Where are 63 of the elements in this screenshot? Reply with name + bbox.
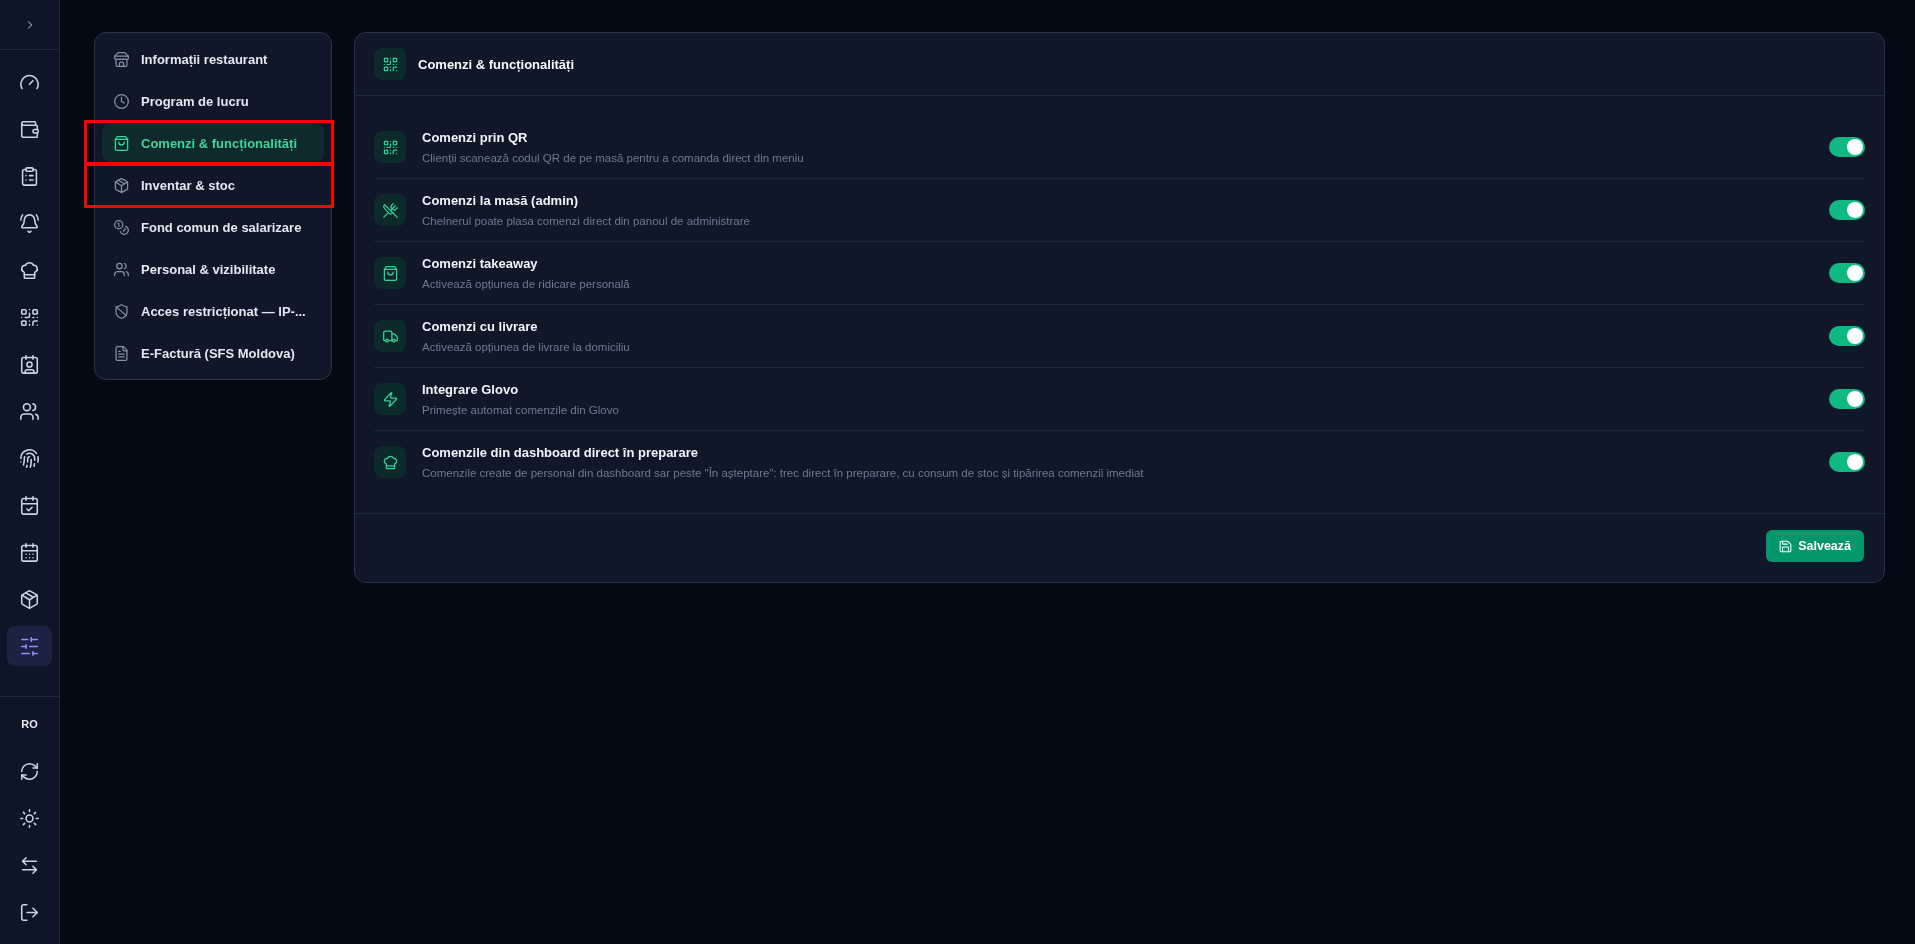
- save-button[interactable]: Salvează: [1766, 530, 1864, 562]
- id-badge-icon: [20, 354, 39, 374]
- shield-icon: [114, 303, 129, 319]
- refresh-icon: [20, 761, 39, 781]
- settings-nav-item[interactable]: Comenzi & funcționalități: [102, 124, 324, 162]
- sliders-icon: [20, 636, 39, 656]
- toggle-switch[interactable]: [1829, 200, 1865, 220]
- qr-code-icon: [374, 131, 406, 163]
- settings-nav-item[interactable]: E-Factură (SFS Moldova): [102, 334, 324, 372]
- qr-code-icon: [20, 307, 39, 327]
- chef-hat-icon: [374, 446, 406, 478]
- clipboard-icon: [20, 166, 39, 186]
- panel-title: Comenzi & funcționalități: [418, 56, 574, 72]
- feature-description: Activează opțiunea de ridicare personală: [422, 277, 630, 292]
- calendar-icon: [20, 542, 39, 562]
- fingerprint-icon: [20, 448, 39, 468]
- box-icon: [114, 177, 129, 193]
- toggle-switch[interactable]: [1829, 263, 1865, 283]
- users-icon: [20, 401, 39, 421]
- feature-title: Comenzile din dashboard direct în preparare: [422, 444, 698, 462]
- toggle-switch[interactable]: [1829, 452, 1865, 472]
- sidebar-item[interactable]: [7, 626, 52, 666]
- chef-hat-icon: [20, 260, 39, 280]
- clock-icon: [114, 93, 129, 109]
- store-icon: [114, 51, 129, 67]
- bag-icon: [114, 135, 129, 151]
- feature-description: Comenzile create de personal din dashboard sar peste "În așteptare": trec direct în preparare, cu consum de stoc și tipărirea comenzii imediat: [422, 466, 1144, 481]
- feature-description: Primește automat comenzile din Glovo: [422, 403, 619, 418]
- save-icon: [1779, 539, 1793, 553]
- feature-title: Comenzi la masă (admin): [422, 192, 579, 210]
- sun-icon: [20, 808, 39, 828]
- settings-nav-item[interactable]: Program de lucru: [102, 82, 324, 120]
- feature-title: Integrare Glovo: [422, 381, 519, 399]
- settings-nav-item[interactable]: Inventar & stoc: [102, 166, 324, 204]
- toggle-switch[interactable]: [1829, 326, 1865, 346]
- lightning-icon: [374, 383, 406, 415]
- feature-description: Chelnerul poate plasa comenzi direct din panoul de administrare: [422, 214, 750, 229]
- bell-icon: [20, 213, 39, 233]
- users-icon: [114, 261, 129, 277]
- feature-title: Comenzi cu livrare: [422, 318, 538, 336]
- settings-nav-item[interactable]: Acces restricționat — IP-...: [102, 292, 324, 330]
- truck-icon: [374, 320, 406, 352]
- document-icon: [114, 345, 129, 361]
- fork-knife-icon: [374, 194, 406, 226]
- left-right-arrows-icon: [20, 855, 39, 875]
- toggle-switch[interactable]: [1829, 389, 1865, 409]
- coins-icon: [114, 219, 129, 235]
- feature-title: Comenzi takeaway: [422, 255, 538, 273]
- feature-description: Activează opțiunea de livrare la domiciliu: [422, 340, 630, 355]
- feature-title: Comenzi prin QR: [422, 129, 528, 147]
- wallet-icon: [20, 119, 39, 139]
- toggle-switch[interactable]: [1829, 137, 1865, 157]
- calendar-check-icon: [20, 495, 39, 515]
- settings-nav-item[interactable]: Fond comun de salarizare: [102, 208, 324, 246]
- settings-nav-item[interactable]: Informații restaurant: [102, 40, 324, 78]
- gauge-icon: [20, 72, 39, 92]
- bag-icon: [374, 257, 406, 289]
- feature-description: Clienții scanează codul QR de pe masă pentru a comanda direct din meniu: [422, 151, 804, 166]
- language-button[interactable]: RO: [7, 704, 52, 744]
- settings-nav-item[interactable]: Personal & vizibilitate: [102, 250, 324, 288]
- qr-code-icon: [374, 48, 406, 80]
- box-icon: [20, 589, 39, 609]
- logout-icon: [20, 902, 39, 922]
